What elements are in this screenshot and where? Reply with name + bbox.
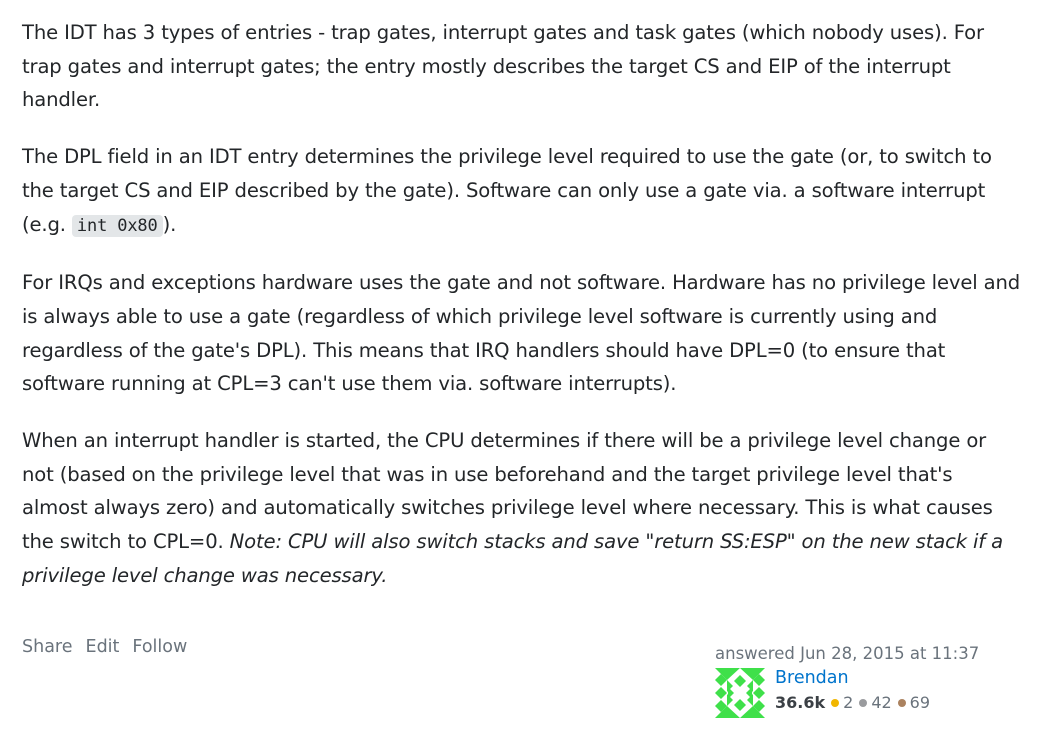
bronze-badge-count: 69 [909,693,931,712]
silver-badges: 42 [859,691,892,715]
user-name-link[interactable]: Brendan [775,665,930,691]
answer-paragraph-1: The IDT has 3 types of entries - trap ga… [22,21,984,112]
answer-paragraph-2: The DPL field in an IDT entry determines… [22,140,1022,243]
post-menu: Share Edit Follow [22,637,187,657]
gold-badge-icon [831,699,840,707]
bronze-badge-icon [897,699,906,707]
silver-badge-icon [859,699,868,707]
user-flair: 36.6k 2 42 69 [775,691,930,715]
gold-badges: 2 [831,691,853,715]
paragraph-2-end: ). [162,212,177,236]
answer-body: The IDT has 3 types of entries - trap ga… [22,16,1022,616]
identicon-avatar-icon[interactable] [715,668,765,718]
answer-paragraph-4: When an interrupt handler is started, th… [22,424,1022,593]
user-row: Brendan 36.6k 2 42 69 [715,668,1015,718]
bronze-badges: 69 [897,691,931,715]
answer-paragraph-3: For IRQs and exceptions hardware uses th… [22,271,1021,396]
reputation-score: 36.6k [775,693,826,712]
follow-link[interactable]: Follow [132,637,187,657]
gold-badge-count: 2 [843,693,854,712]
inline-code: int 0x80 [71,214,163,237]
user-details: Brendan 36.6k 2 42 69 [775,665,930,715]
edit-link[interactable]: Edit [86,637,120,657]
share-link[interactable]: Share [22,637,73,657]
silver-badge-count: 42 [871,693,892,712]
user-signature: answered Jun 28, 2015 at 11:37 Brendan 3… [715,644,1015,718]
answered-timestamp: answered Jun 28, 2015 at 11:37 [715,644,980,663]
